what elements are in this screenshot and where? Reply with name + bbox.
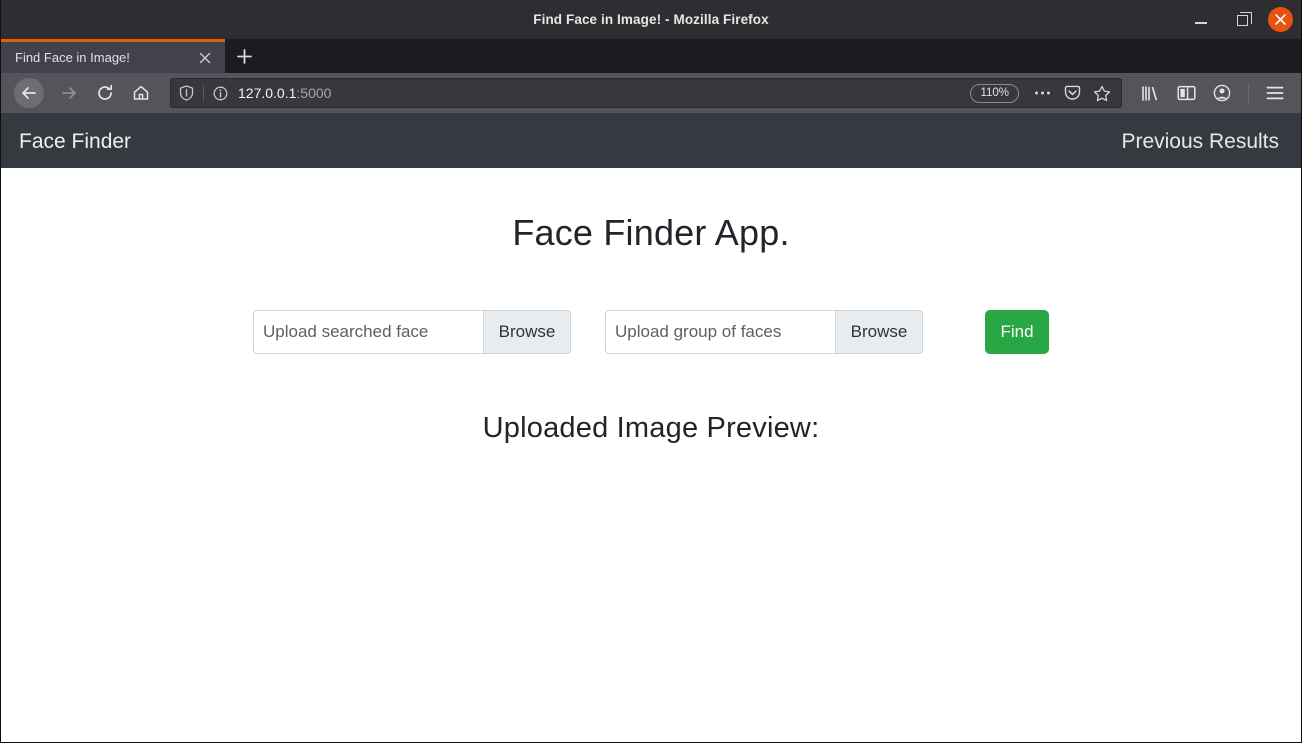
window-title: Find Face in Image! - Mozilla Firefox (533, 12, 769, 27)
urlbar-divider (203, 85, 204, 101)
sidebar-icon[interactable] (1170, 77, 1202, 109)
tab-close-icon[interactable] (195, 48, 215, 68)
star-icon[interactable] (1089, 80, 1115, 106)
account-icon[interactable] (1206, 77, 1238, 109)
group-faces-placeholder: Upload group of faces (615, 322, 782, 341)
url-bar[interactable]: 127.0.0.1:5000 110% (170, 78, 1122, 108)
nav-link-previous-results[interactable]: Previous Results (1121, 131, 1279, 152)
hamburger-menu-icon[interactable] (1259, 77, 1291, 109)
info-circle-icon[interactable] (213, 86, 228, 101)
window-titlebar: Find Face in Image! - Mozilla Firefox (1, 0, 1301, 39)
url-port: :5000 (296, 85, 332, 101)
close-icon[interactable] (1268, 7, 1293, 32)
upload-form: Upload searched face Browse Upload group… (1, 310, 1301, 354)
find-button[interactable]: Find (985, 310, 1049, 354)
ellipsis-icon[interactable] (1029, 80, 1055, 106)
shield-icon[interactable] (179, 85, 194, 101)
group-faces-file-input[interactable]: Upload group of faces Browse (605, 310, 923, 354)
page-title: Face Finder App. (512, 212, 790, 253)
firefox-window: Find Face in Image! - Mozilla Firefox Fi… (0, 0, 1302, 743)
group-faces-browse-button[interactable]: Browse (835, 311, 922, 353)
searched-face-file-input[interactable]: Upload searched face Browse (253, 310, 571, 354)
reload-button[interactable] (88, 77, 122, 109)
url-text[interactable]: 127.0.0.1:5000 (232, 85, 966, 101)
toolbar-divider (1248, 83, 1249, 103)
window-controls (1188, 7, 1293, 33)
library-icon[interactable] (1134, 77, 1166, 109)
searched-face-browse-button[interactable]: Browse (483, 311, 570, 353)
browser-tab[interactable]: Find Face in Image! (1, 39, 225, 73)
page-viewport: Face Finder Previous Results Face Finder… (1, 114, 1301, 742)
tab-title: Find Face in Image! (15, 50, 130, 65)
minimize-icon[interactable] (1188, 7, 1214, 33)
browser-toolbar: 127.0.0.1:5000 110% (1, 73, 1301, 114)
preview-heading: Uploaded Image Preview: (482, 412, 820, 444)
navbar-brand[interactable]: Face Finder (19, 131, 131, 152)
forward-button[interactable] (52, 77, 86, 109)
home-button[interactable] (124, 77, 158, 109)
searched-face-placeholder: Upload searched face (263, 322, 429, 341)
toolbar-right-actions (1134, 77, 1293, 109)
new-tab-icon[interactable] (225, 39, 263, 73)
back-button[interactable] (14, 78, 44, 108)
site-navbar: Face Finder Previous Results (1, 114, 1301, 168)
tab-strip: Find Face in Image! (1, 39, 1301, 73)
page-content: Face Finder App. Upload searched face Br… (1, 168, 1301, 742)
url-host: 127.0.0.1 (238, 85, 297, 101)
zoom-level-badge[interactable]: 110% (970, 83, 1019, 103)
pocket-icon[interactable] (1059, 80, 1085, 106)
restore-icon[interactable] (1228, 7, 1254, 33)
